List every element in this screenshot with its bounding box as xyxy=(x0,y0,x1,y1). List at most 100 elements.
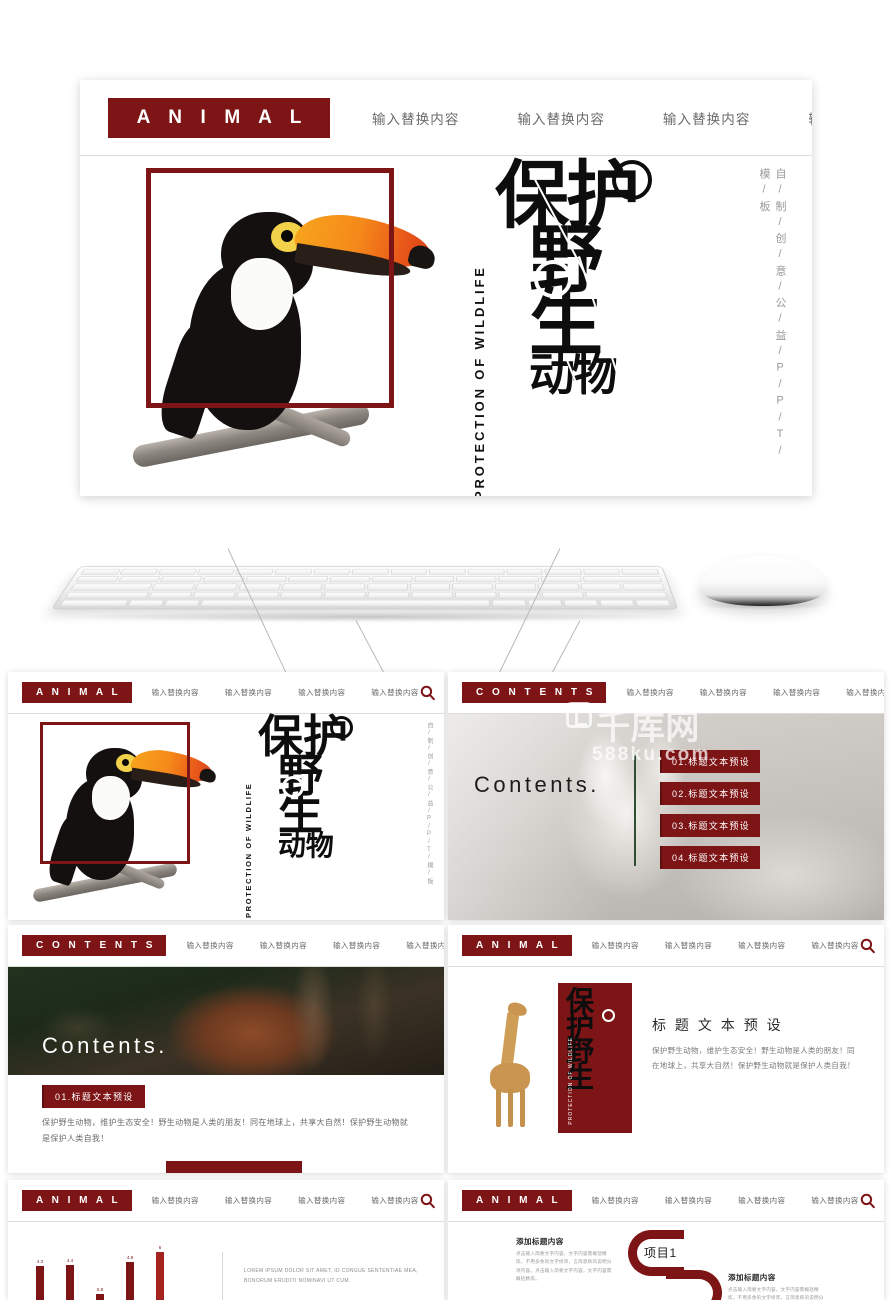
process-block-2-title: 添加标题内容 xyxy=(728,1273,776,1282)
s5-nav-link-4[interactable]: 输入替换内容 xyxy=(371,1195,418,1206)
s1-nav-link-3[interactable]: 输入替换内容 xyxy=(298,687,345,698)
slide-contents-deer[interactable]: C O N T E N T S 输入替换内容 输入替换内容 输入替换内容 输入替… xyxy=(8,925,444,1173)
s1-photo-frame xyxy=(40,722,190,864)
s5-nav-link-3[interactable]: 输入替换内容 xyxy=(298,1195,345,1206)
s2-brand-contents[interactable]: C O N T E N T S xyxy=(462,682,607,703)
s1-nav-link-4[interactable]: 输入替换内容 xyxy=(371,687,418,698)
s6-nav-link-1[interactable]: 输入替换内容 xyxy=(592,1195,639,1206)
s6-brand-animal[interactable]: A N I M A L xyxy=(462,1190,572,1211)
bar xyxy=(36,1265,44,1300)
s1-nav-links: 输入替换内容 输入替换内容 输入替换内容 输入替换内容 xyxy=(152,687,419,698)
s4-nav-link-3[interactable]: 输入替换内容 xyxy=(738,940,785,951)
nav-link-2[interactable]: 输入替换内容 xyxy=(517,108,604,128)
s1-decor-circle-top xyxy=(330,716,353,739)
bar xyxy=(156,1252,164,1300)
s2-navbar: C O N T E N T S 输入替换内容 输入替换内容 输入替换内容 输入替… xyxy=(448,672,884,714)
s2-nav-link-3[interactable]: 输入替换内容 xyxy=(773,687,820,698)
nav-link-3[interactable]: 输入替换内容 xyxy=(663,108,750,128)
s6-body: 项目1 添加标题内容 点击输入简要文字内容，文字内容需概括精炼，不用多余的文字修… xyxy=(448,1222,884,1300)
s5-search-icon[interactable] xyxy=(419,1192,436,1209)
s4-kanji-panel: 保 护 野 生 PROTECTION OF WILDLIFE xyxy=(558,983,632,1133)
s2-toc-list: 01.标题文本预设 02.标题文本预设 03.标题文本预设 04.标题文本预设 xyxy=(660,750,760,869)
s1-kicker: PROTECTION OF WILDLIFE xyxy=(244,782,253,918)
process-block-2-text: 点击输入简要文字内容，文字内容需概括精炼，不用多余的文字修饰，言简意赅的说明分项… xyxy=(728,1287,824,1300)
s3-section-badge: 01.标题文本预设 xyxy=(42,1085,145,1108)
s1-decor-circle-mid xyxy=(282,776,304,798)
s2-nav-link-2[interactable]: 输入替换内容 xyxy=(700,687,747,698)
nav-link-4[interactable]: 输入替换内容 xyxy=(808,108,812,128)
bar-value-label: 4.8 xyxy=(126,1254,134,1260)
s1-search-icon[interactable] xyxy=(419,684,436,701)
s2-nav-links: 输入替换内容 输入替换内容 输入替换内容 输入替换内容 xyxy=(626,687,884,698)
process-block-1-text: 点击输入简要文字内容，文字内容需概括精炼，不用多余的文字修饰，言简意赅的说明分项… xyxy=(516,1251,612,1282)
nav-link-1[interactable]: 输入替换内容 xyxy=(372,108,459,128)
brand-logo-animal[interactable]: A N I M A L xyxy=(108,97,330,138)
bar-group: 4.4 xyxy=(66,1242,74,1300)
bar xyxy=(66,1264,74,1300)
hero-kicker: PROTECTION OF WILDLIFE xyxy=(472,265,487,496)
hero-side-text: 自/制/创/意/公/益/P/P/T/模/板 xyxy=(758,168,786,462)
s4-search-icon[interactable] xyxy=(859,937,876,954)
s1-kanji-6: 物 xyxy=(305,830,334,862)
decor-circle-mid xyxy=(534,260,572,298)
s4-section-title: 标 题 文 本 预 设 xyxy=(652,1017,784,1033)
s2-nav-link-4[interactable]: 输入替换内容 xyxy=(846,687,884,698)
slide-process[interactable]: A N I M A L 输入替换内容 输入替换内容 输入替换内容 输入替换内容 … xyxy=(448,1180,884,1300)
s4-brand-animal[interactable]: A N I M A L xyxy=(462,935,572,956)
s5-nav-link-2[interactable]: 输入替换内容 xyxy=(225,1195,272,1206)
s3-nav-link-1[interactable]: 输入替换内容 xyxy=(186,940,233,951)
bar-value-label: 4.3 xyxy=(36,1258,44,1264)
s3-cta-block[interactable] xyxy=(166,1161,302,1173)
s4-nav-link-4[interactable]: 输入替换内容 xyxy=(811,940,858,951)
s3-nav-link-2[interactable]: 输入替换内容 xyxy=(260,940,307,951)
slide-bar-chart[interactable]: A N I M A L 输入替换内容 输入替换内容 输入替换内容 输入替换内容 … xyxy=(8,1180,444,1300)
s3-brand-contents[interactable]: C O N T E N T S xyxy=(22,935,167,956)
s4-nav-link-1[interactable]: 输入替换内容 xyxy=(592,940,639,951)
s5-body: 4.3 4.4 0.8 4.8 6 LOREM IPSUM DOLOR SIT AMET… xyxy=(8,1222,444,1300)
bar xyxy=(126,1261,134,1300)
keyboard-row xyxy=(59,599,671,607)
hero-kanji-5: 动 xyxy=(529,347,575,400)
watermark-logo-icon xyxy=(566,702,592,728)
mouse xyxy=(700,556,826,606)
project-label: 项目1 xyxy=(644,1246,677,1260)
s6-navbar: A N I M A L 输入替换内容 输入替换内容 输入替换内容 输入替换内容 xyxy=(448,1180,884,1222)
s6-search-icon[interactable] xyxy=(859,1192,876,1209)
s1-nav-link-1[interactable]: 输入替换内容 xyxy=(152,687,199,698)
s1-brand-animal[interactable]: A N I M A L xyxy=(22,682,132,703)
s5-nav-link-1[interactable]: 输入替换内容 xyxy=(152,1195,199,1206)
bar-value-label: 6 xyxy=(158,1245,162,1250)
s1-navbar: A N I M A L 输入替换内容 输入替换内容 输入替换内容 输入替换内容 xyxy=(8,672,444,714)
hero-slide: A N I M A L 输入替换内容 输入替换内容 输入替换内容 输入替换内容 xyxy=(80,80,812,496)
toc-item-03[interactable]: 03.标题文本预设 xyxy=(660,814,760,837)
s1-nav-link-2[interactable]: 输入替换内容 xyxy=(225,687,272,698)
s4-navbar: A N I M A L 输入替换内容 输入替换内容 输入替换内容 输入替换内容 xyxy=(448,925,884,967)
slide-contents-elk[interactable]: C O N T E N T S 输入替换内容 输入替换内容 输入替换内容 输入替… xyxy=(448,672,884,920)
s1-body: PROTECTION OF WILDLIFE 保护 野 生 动物 自/制/创/意… xyxy=(8,714,444,920)
slide-hero-thumb[interactable]: A N I M A L 输入替换内容 输入替换内容 输入替换内容 输入替换内容 xyxy=(8,672,444,920)
s3-nav-link-3[interactable]: 输入替换内容 xyxy=(333,940,380,951)
decor-circle-top xyxy=(612,160,652,200)
s3-title: Contents. xyxy=(42,1033,168,1058)
s6-nav-link-3[interactable]: 输入替换内容 xyxy=(738,1195,785,1206)
slide-giraffe-text[interactable]: A N I M A L 输入替换内容 输入替换内容 输入替换内容 输入替换内容 xyxy=(448,925,884,1173)
bar-value-label: 4.4 xyxy=(66,1257,74,1263)
s3-nav-link-4[interactable]: 输入替换内容 xyxy=(406,940,444,951)
s4-nav-link-2[interactable]: 输入替换内容 xyxy=(665,940,712,951)
s4-paragraph: 保护野生动物，维护生态安全！野生动物是人类的朋友！同在地球上，共享大自然！保护野… xyxy=(652,1046,855,1070)
s6-nav-link-4[interactable]: 输入替换内容 xyxy=(811,1195,858,1206)
process-block-2: 添加标题内容 点击输入简要文字内容，文字内容需概括精炼，不用多余的文字修饰，言简… xyxy=(728,1272,828,1300)
s5-nav-links: 输入替换内容 输入替换内容 输入替换内容 输入替换内容 xyxy=(152,1195,419,1206)
bar-chart: 4.3 4.4 0.8 4.8 6 xyxy=(36,1242,164,1300)
toc-item-02[interactable]: 02.标题文本预设 xyxy=(660,782,760,805)
s3-nav-links: 输入替换内容 输入替换内容 输入替换内容 输入替换内容 xyxy=(186,940,444,951)
s3-body: Contents. 01.标题文本预设 保护野生动物，维护生态安全！野生动物是人… xyxy=(8,967,444,1173)
s6-nav-link-2[interactable]: 输入替换内容 xyxy=(665,1195,712,1206)
keyboard-row xyxy=(80,568,660,575)
s5-brand-animal[interactable]: A N I M A L xyxy=(22,1190,132,1211)
toc-item-01[interactable]: 01.标题文本预设 xyxy=(660,750,760,773)
s5-lorem-text: LOREM IPSUM DOLOR SIT AMET, ID CONGUE SE… xyxy=(244,1268,418,1284)
toc-item-04[interactable]: 04.标题文本预设 xyxy=(660,846,760,869)
s2-nav-link-1[interactable]: 输入替换内容 xyxy=(626,687,673,698)
hero-navbar: A N I M A L 输入替换内容 输入替换内容 输入替换内容 输入替换内容 xyxy=(80,80,812,156)
